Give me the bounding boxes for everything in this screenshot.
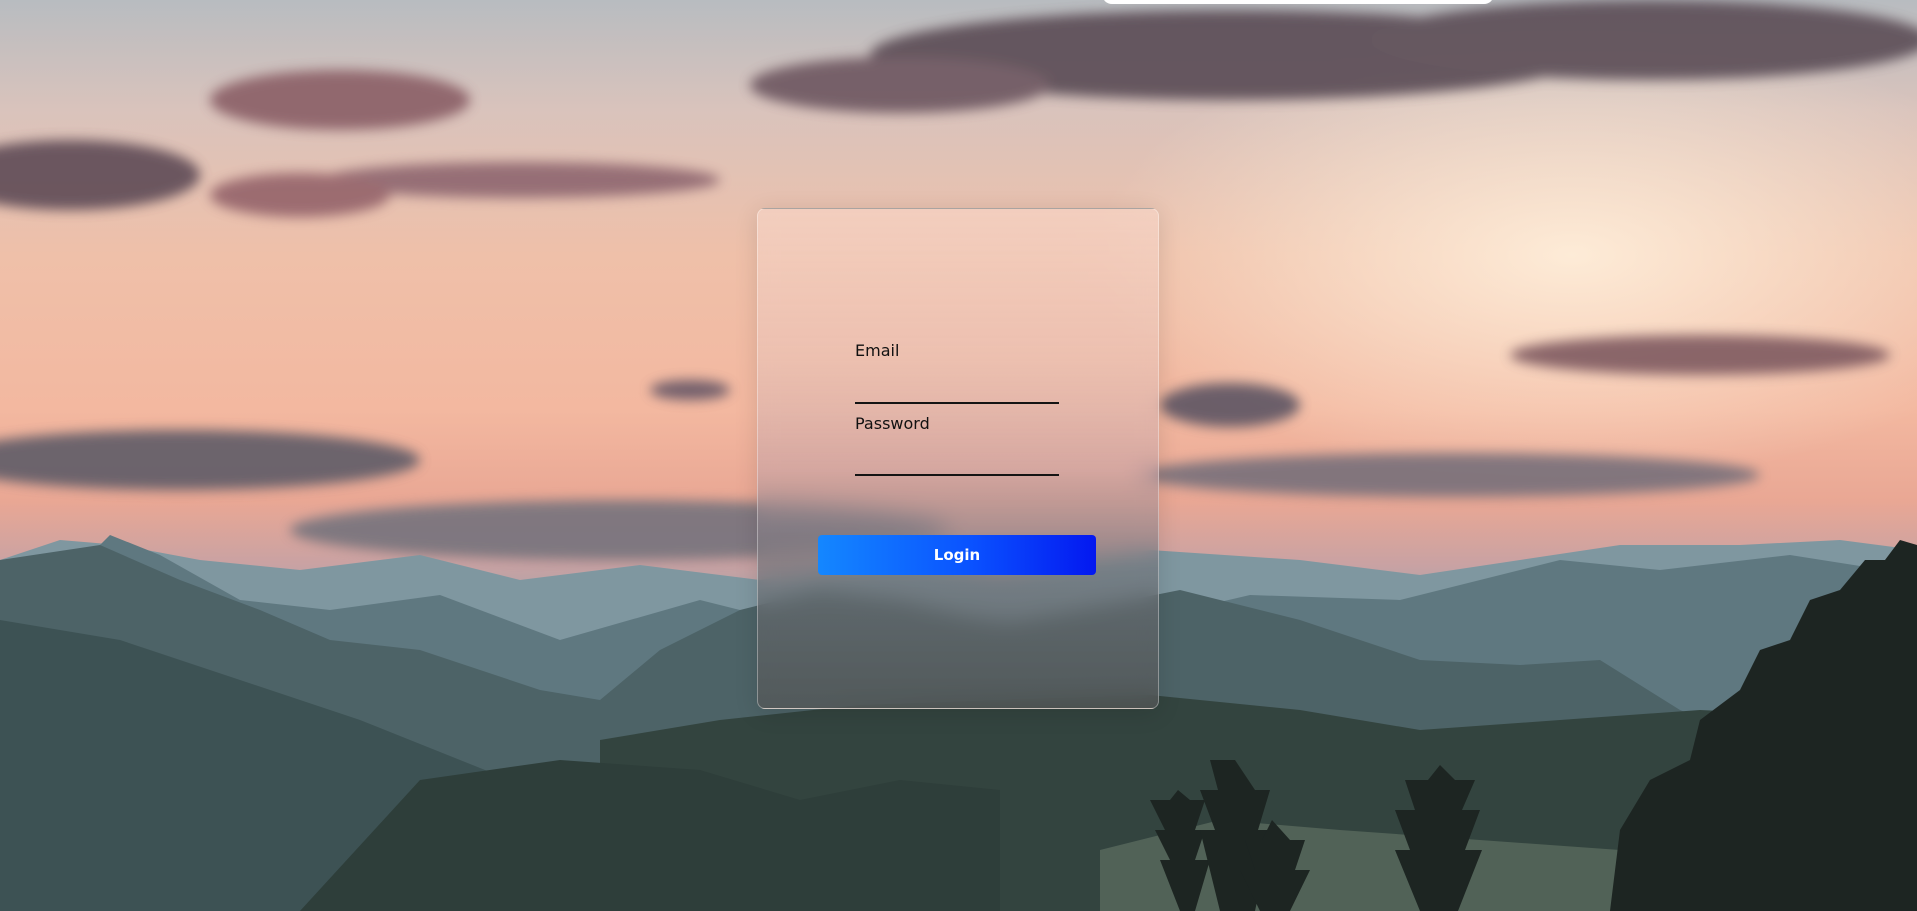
top-bar-strip [1102, 0, 1494, 4]
email-input[interactable] [855, 374, 1059, 404]
login-button[interactable]: Login [818, 535, 1096, 575]
password-label: Password [855, 414, 930, 433]
password-input[interactable] [855, 446, 1059, 476]
email-label: Email [855, 341, 900, 360]
